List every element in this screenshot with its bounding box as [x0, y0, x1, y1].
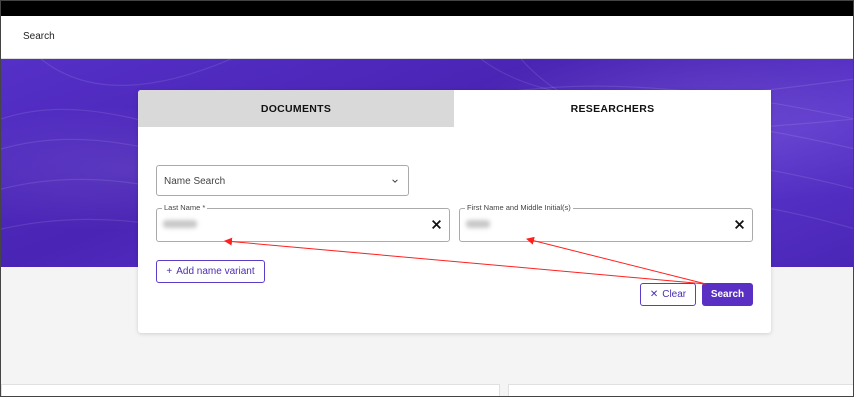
top-bar: [1, 1, 853, 16]
content-card-right: [508, 384, 853, 396]
last-name-label: Last Name *: [162, 203, 208, 212]
browser-frame: Search DOCUMENTS RESEARCHERS Name Search: [0, 0, 854, 397]
add-name-variant-label: Add name variant: [176, 266, 255, 277]
close-icon: ✕: [649, 289, 659, 300]
page-title: Search: [23, 31, 55, 42]
search-card: DOCUMENTS RESEARCHERS Name Search Last N…: [138, 90, 771, 333]
clear-button-label: Clear: [662, 289, 687, 300]
first-name-value-redacted: [466, 220, 490, 228]
clear-button[interactable]: ✕ Clear: [640, 283, 696, 306]
add-name-variant-button[interactable]: + Add name variant: [156, 260, 265, 283]
page-header: Search: [1, 16, 853, 59]
last-name-field[interactable]: Last Name *: [156, 203, 450, 242]
search-button-label: Search: [710, 289, 745, 300]
search-type-value: Name Search: [164, 176, 226, 187]
first-name-label: First Name and Middle Initial(s): [465, 203, 573, 212]
content-card-left: [1, 384, 500, 396]
tab-researchers[interactable]: RESEARCHERS: [454, 90, 771, 127]
close-icon[interactable]: [734, 219, 745, 230]
tab-documents[interactable]: DOCUMENTS: [138, 90, 454, 127]
plus-icon: +: [166, 266, 173, 277]
close-icon[interactable]: [431, 219, 442, 230]
tab-researchers-label: RESEARCHERS: [570, 102, 655, 115]
search-type-select[interactable]: Name Search: [156, 165, 409, 196]
first-name-field[interactable]: First Name and Middle Initial(s): [459, 203, 753, 242]
tab-documents-label: DOCUMENTS: [260, 102, 332, 115]
last-name-value-redacted: [163, 220, 197, 228]
chevron-down-icon: [392, 179, 398, 183]
search-button[interactable]: Search: [702, 283, 753, 306]
